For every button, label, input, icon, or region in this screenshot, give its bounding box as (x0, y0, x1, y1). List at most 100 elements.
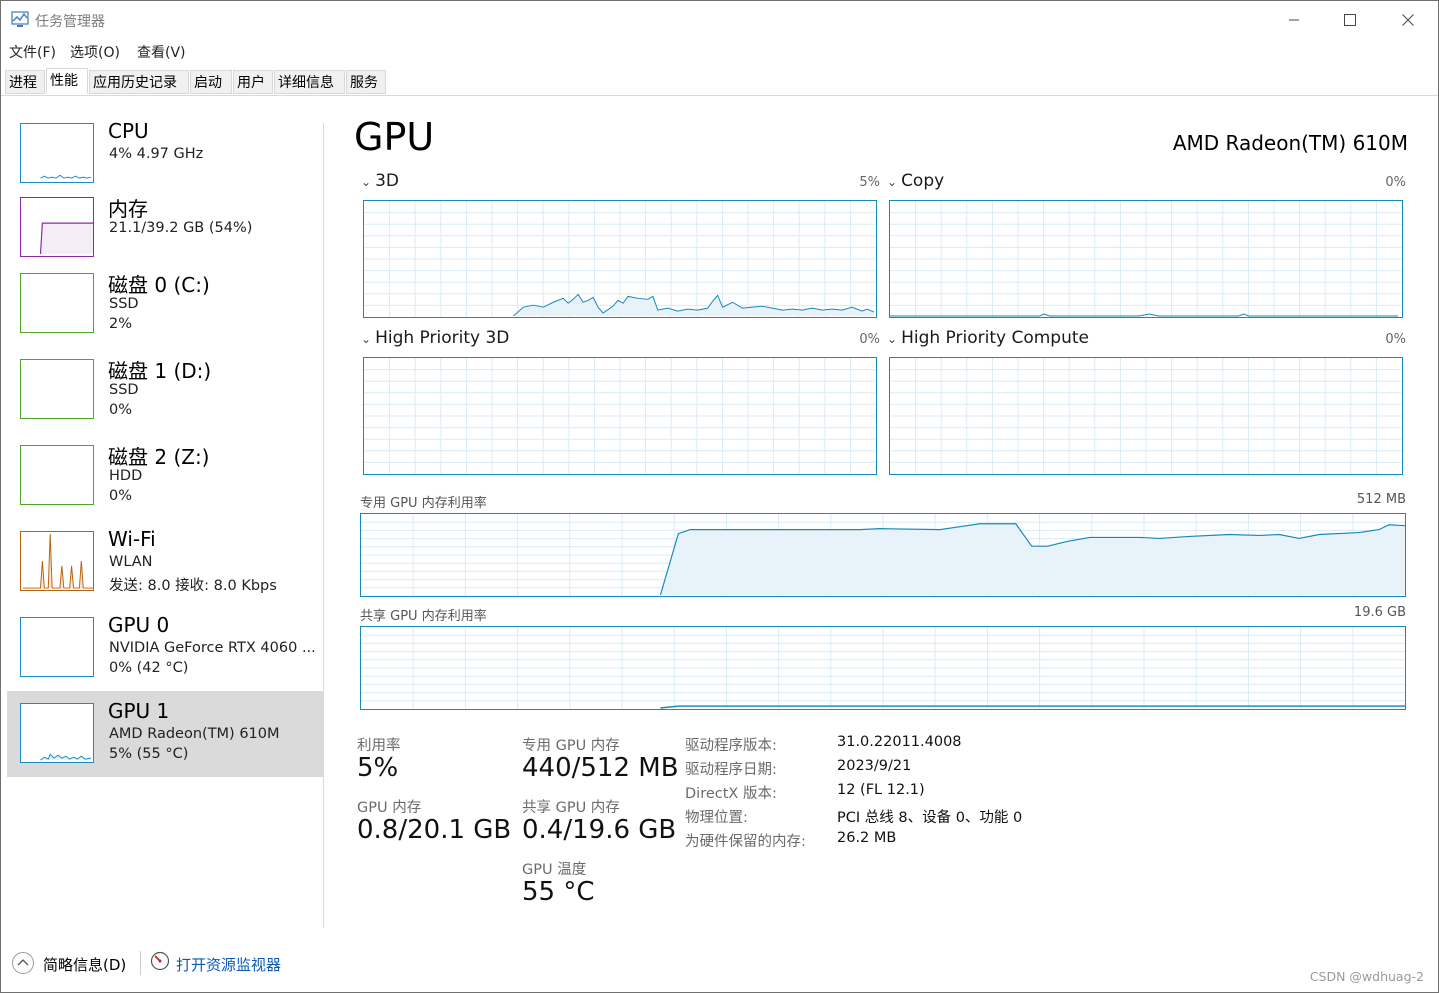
engine-selector-high-priority-compute[interactable]: ⌄ High Priority Compute (887, 328, 1089, 348)
dedicated-memory-max: 512 MB (1356, 492, 1406, 507)
panel-divider[interactable] (323, 123, 324, 928)
sidebar-item-name: 磁盘 0 (C:) (108, 273, 210, 297)
maximize-button[interactable] (1321, 1, 1379, 39)
sidebar-item-type: SSD (109, 382, 139, 398)
sidebar-item-cpu[interactable]: CPU 4% 4.97 GHz (7, 111, 323, 197)
hardware-reserved-memory-label: 为硬件保留的内存: (685, 834, 806, 850)
dedicated-memory-stat-value: 440/512 MB (522, 753, 679, 783)
tab-users[interactable]: 用户 (233, 70, 273, 94)
task-manager-window: 任务管理器 文件(F) 选项(O) 查看(V) 进程 性能 应用历史记录 启动 … (0, 0, 1439, 993)
dedicated-memory-graph (360, 513, 1406, 597)
sidebar-item-detail: 4% 4.97 GHz (109, 146, 204, 162)
engine-percent: 5% (859, 175, 880, 190)
menu-bar: 文件(F) 选项(O) 查看(V) (1, 39, 1438, 63)
watermark: CSDN @wdhuag-2 (1309, 969, 1424, 984)
directx-version-value: 12 (FL 12.1) (837, 782, 925, 798)
sidebar-item-name: GPU 1 (108, 699, 170, 723)
engine-label: High Priority 3D (375, 328, 510, 348)
sidebar-item-usage: 0% (109, 488, 133, 504)
gpu-model-name: AMD Radeon(TM) 610M (1172, 131, 1408, 155)
engine-selector-3d[interactable]: ⌄ 3D (361, 171, 399, 191)
utilization-value: 5% (357, 753, 399, 783)
engine-graph-high-priority-compute (889, 357, 1403, 475)
sidebar-item-name: CPU (108, 119, 149, 143)
tab-processes[interactable]: 进程 (5, 70, 45, 94)
sidebar-item-type: HDD (109, 468, 143, 484)
tab-performance[interactable]: 性能 (46, 68, 88, 94)
sidebar-item-wifi[interactable]: Wi-Fi WLAN 发送: 8.0 接收: 8.0 Kbps (7, 519, 323, 605)
sidebar-item-disk-0[interactable]: 磁盘 0 (C:) SSD 2% (7, 261, 323, 347)
tab-details[interactable]: 详细信息 (274, 70, 345, 94)
menu-file[interactable]: 文件(F) (9, 42, 56, 62)
dedicated-memory-label: 专用 GPU 内存利用率 (360, 496, 487, 511)
engine-selector-high-priority-3d[interactable]: ⌄ High Priority 3D (361, 328, 509, 348)
engine-percent: 0% (1385, 175, 1406, 190)
menu-view[interactable]: 查看(V) (137, 42, 186, 62)
sidebar-item-usage: 5% (55 °C) (109, 746, 189, 762)
sidebar-item-throughput: 发送: 8.0 接收: 8.0 Kbps (109, 578, 277, 594)
sidebar-item-disk-2[interactable]: 磁盘 2 (Z:) HDD 0% (7, 433, 323, 519)
tab-bar: 进程 性能 应用历史记录 启动 用户 详细信息 服务 (1, 68, 1438, 96)
shared-memory-stat-label: 共享 GPU 内存 (522, 800, 620, 816)
tab-app-history[interactable]: 应用历史记录 (89, 70, 189, 94)
open-resource-monitor-link[interactable]: 打开资源监视器 (176, 954, 281, 975)
sidebar-item-detail: 21.1/39.2 GB (54%) (109, 220, 253, 236)
gpu-0-thumbnail (20, 617, 94, 677)
chevron-down-icon: ⌄ (361, 332, 372, 346)
driver-date-label: 驱动程序日期: (685, 762, 777, 778)
dedicated-memory-stat-label: 专用 GPU 内存 (522, 738, 620, 754)
menu-options[interactable]: 选项(O) (70, 42, 120, 62)
page-title: GPU (354, 115, 435, 159)
tab-startup[interactable]: 启动 (190, 70, 232, 94)
chevron-up-icon (17, 959, 29, 966)
title-bar[interactable]: 任务管理器 (1, 1, 1438, 39)
task-manager-app-icon (11, 11, 29, 27)
fewer-details-toggle[interactable] (12, 952, 34, 974)
tab-services[interactable]: 服务 (346, 70, 386, 94)
shared-memory-stat-value: 0.4/19.6 GB (522, 815, 677, 845)
fewer-details-link[interactable]: 简略信息(D) (43, 954, 126, 975)
disk-1-thumbnail (20, 359, 94, 419)
close-button[interactable] (1379, 1, 1437, 39)
engine-graph-copy (889, 200, 1403, 318)
footer-divider (140, 951, 141, 975)
sidebar-item-model: NVIDIA GeForce RTX 4060 ... (109, 640, 316, 656)
engine-graph-high-priority-3d (363, 357, 877, 475)
shared-memory-graph (360, 626, 1406, 710)
gpu-1-thumbnail (20, 703, 94, 763)
sidebar-item-usage: 0% (42 °C) (109, 660, 189, 676)
chevron-down-icon: ⌄ (887, 332, 898, 346)
disk-2-thumbnail (20, 445, 94, 505)
sidebar-item-name: 磁盘 1 (D:) (108, 359, 212, 383)
chevron-down-icon: ⌄ (887, 175, 898, 189)
engine-label: High Priority Compute (901, 328, 1089, 348)
disk-0-thumbnail (20, 273, 94, 333)
close-icon (1402, 14, 1414, 26)
minimize-icon (1289, 19, 1299, 21)
maximize-icon (1344, 14, 1356, 26)
memory-thumbnail (20, 197, 94, 257)
sidebar-item-gpu-0[interactable]: GPU 0 NVIDIA GeForce RTX 4060 ... 0% (42… (7, 605, 323, 691)
resource-monitor-icon (150, 951, 170, 971)
engine-percent: 0% (1385, 332, 1406, 347)
physical-location-value: PCI 总线 8、设备 0、功能 0 (837, 810, 1023, 826)
sidebar-item-type: WLAN (109, 554, 153, 570)
sidebar-item-disk-1[interactable]: 磁盘 1 (D:) SSD 0% (7, 347, 323, 433)
gpu-temperature-label: GPU 温度 (522, 862, 587, 878)
minimize-button[interactable] (1265, 1, 1323, 39)
sidebar-item-name: 内存 (108, 197, 148, 221)
hardware-reserved-memory-value: 26.2 MB (837, 830, 897, 846)
sidebar-item-gpu-1[interactable]: GPU 1 AMD Radeon(TM) 610M 5% (55 °C) (7, 691, 323, 777)
engine-selector-copy[interactable]: ⌄ Copy (887, 171, 944, 191)
sidebar-item-usage: 0% (109, 402, 133, 418)
sidebar-item-type: SSD (109, 296, 139, 312)
window-title: 任务管理器 (35, 14, 105, 30)
gpu-memory-label: GPU 内存 (357, 800, 422, 816)
directx-version-label: DirectX 版本: (685, 786, 777, 802)
cpu-thumbnail (20, 123, 94, 183)
gpu-memory-value: 0.8/20.1 GB (357, 815, 512, 845)
chevron-down-icon: ⌄ (361, 175, 372, 189)
utilization-label: 利用率 (357, 738, 401, 754)
sidebar-item-model: AMD Radeon(TM) 610M (109, 726, 280, 742)
physical-location-label: 物理位置: (685, 810, 748, 826)
